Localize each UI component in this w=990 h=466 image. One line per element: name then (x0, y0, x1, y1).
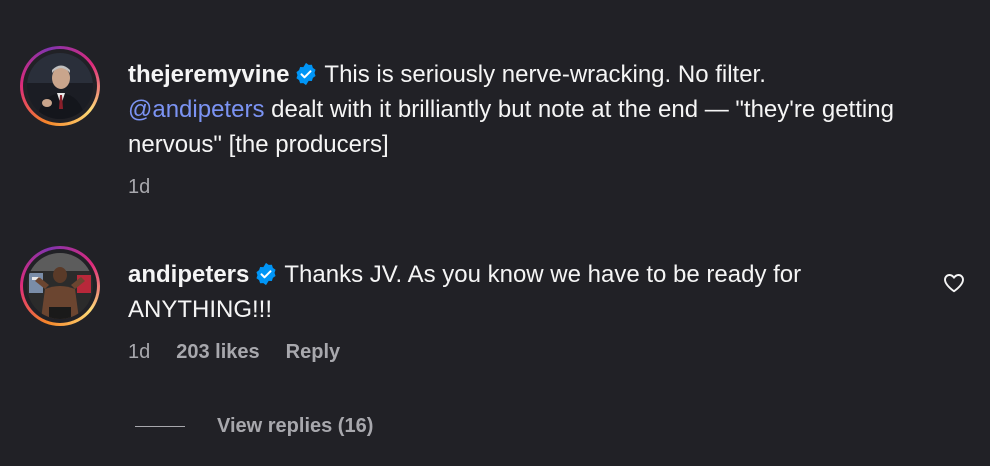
avatar-image (27, 253, 93, 319)
mention-link-andipeters[interactable]: @andipeters (128, 96, 264, 123)
comment-timestamp: 1d (128, 176, 151, 198)
verified-badge-icon (296, 62, 316, 86)
reply-button[interactable]: Reply (286, 341, 340, 364)
comment-text-block: thejeremyvine This is seriously nerve-wra… (128, 57, 908, 162)
avatar-andipeters[interactable] (27, 253, 93, 319)
avatar-story-ring[interactable] (20, 46, 100, 126)
view-replies-button[interactable]: View replies (16) (135, 415, 373, 438)
username-link[interactable]: thejeremyvine (128, 61, 289, 88)
avatar-story-ring[interactable] (20, 246, 100, 326)
view-replies-label: View replies (16) (217, 415, 374, 437)
comment-timestamp: 1d (128, 341, 151, 363)
comment-text: This is seriously nerve-wracking. No fil… (324, 61, 766, 88)
view-replies-divider-line (135, 426, 185, 427)
comment-text-block: andipeters Thanks JV. As you know we have… (128, 257, 908, 327)
comment-meta: 1d (128, 176, 908, 199)
avatar-thejeremyvine[interactable] (27, 53, 93, 119)
verified-badge-icon (256, 262, 276, 286)
comment-body: andipeters Thanks JV. As you know we have… (128, 257, 908, 364)
comment-body: thejeremyvine This is seriously nerve-wra… (128, 57, 908, 199)
username-link[interactable]: andipeters (128, 261, 249, 288)
avatar-image (27, 53, 93, 119)
comment-meta: 1d 203 likes Reply (128, 341, 908, 364)
likes-count-link[interactable]: 203 likes (176, 341, 259, 364)
heart-outline-icon[interactable] (942, 271, 966, 295)
